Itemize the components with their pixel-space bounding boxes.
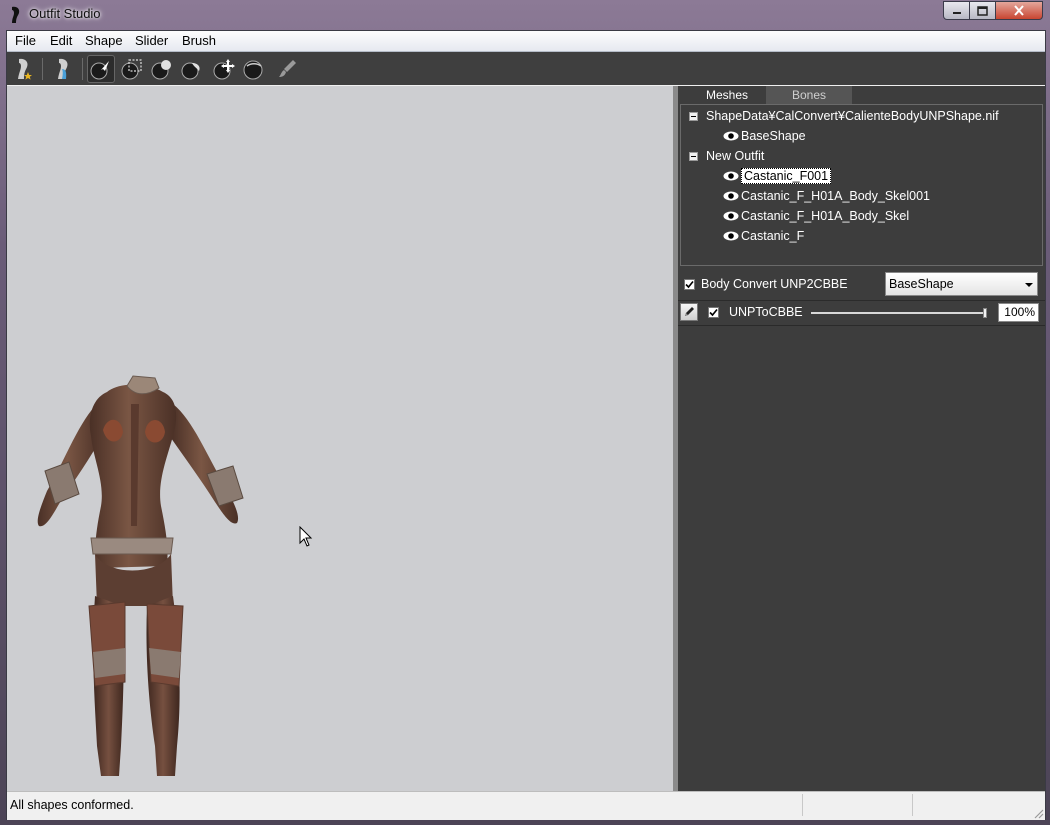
slider-set-checkbox[interactable] <box>684 279 695 290</box>
status-message: All shapes conformed. <box>10 798 134 812</box>
slider-set-name: Body Convert UNP2CBBE <box>701 277 848 291</box>
shape-label: BaseShape <box>741 129 806 143</box>
collapse-icon[interactable] <box>689 111 698 121</box>
shape-panel: Meshes Bones ShapeData¥CalConvert¥Calien… <box>678 86 1045 791</box>
window-controls <box>943 1 1043 20</box>
window-title: Outfit Studio <box>29 6 101 21</box>
maximize-button[interactable] <box>970 1 996 20</box>
resize-grip-icon[interactable] <box>1032 807 1044 819</box>
status-divider <box>802 794 803 816</box>
mouse-cursor-icon <box>299 526 313 547</box>
toolbar-separator <box>82 58 83 80</box>
tree-item-shape[interactable]: Castanic_F001 <box>723 166 832 186</box>
tree-node-outfit[interactable]: New Outfit <box>689 146 764 166</box>
smooth-brush-button[interactable] <box>240 55 268 83</box>
menu-file[interactable]: File <box>11 33 40 48</box>
select-brush-button[interactable] <box>87 55 115 83</box>
chevron-down-icon <box>1025 283 1033 287</box>
menu-slider[interactable]: Slider <box>131 33 172 48</box>
app-window: Outfit Studio File Edit Shape Slider Bru… <box>0 0 1050 825</box>
slider-row: UNPToCBBE 100% <box>678 301 1045 326</box>
visibility-eye-icon[interactable] <box>723 230 739 242</box>
reference-body-button[interactable] <box>9 55 37 83</box>
reference-body-icon <box>18 58 32 80</box>
slider-name: UNPToCBBE <box>729 305 803 319</box>
status-bar: All shapes conformed. <box>7 791 1045 820</box>
outfit-group-label: New Outfit <box>706 149 765 163</box>
outfit-model-preview <box>37 375 244 776</box>
visibility-eye-icon[interactable] <box>723 210 739 222</box>
shape-label-selected: Castanic_F001 <box>741 168 832 184</box>
pencil-icon <box>685 307 694 316</box>
shape-label: Castanic_F_H01A_Body_Skel001 <box>741 189 931 203</box>
move-brush-button[interactable] <box>210 55 238 83</box>
close-icon <box>1014 5 1024 16</box>
slider-checkbox[interactable] <box>708 307 719 318</box>
edit-slider-button[interactable] <box>680 303 698 321</box>
outfit-shape-button[interactable] <box>49 55 77 83</box>
shape-label: Castanic_F_H01A_Body_Skel <box>741 209 910 223</box>
app-logo-icon <box>12 6 20 24</box>
inflate-brush-icon <box>151 60 171 80</box>
reference-file-label: ShapeData¥CalConvert¥CalienteBodyUNPShap… <box>706 109 999 123</box>
tree-item-shape[interactable]: Castanic_F_H01A_Body_Skel001 <box>723 186 930 206</box>
menu-brush[interactable]: Brush <box>178 33 220 48</box>
deflate-brush-icon <box>181 62 200 80</box>
checkmark-icon <box>685 280 694 289</box>
smooth-brush-icon <box>243 60 263 80</box>
checkmark-icon <box>709 308 718 317</box>
outfit-shape-icon <box>58 58 68 79</box>
slider-thumb[interactable] <box>983 308 987 318</box>
mask-brush-icon <box>121 59 142 80</box>
toolbar-separator <box>42 58 43 80</box>
shape-label: Castanic_F <box>741 229 805 243</box>
tab-meshes[interactable]: Meshes <box>689 86 765 104</box>
move-brush-icon <box>213 59 235 80</box>
maximize-icon <box>977 5 988 16</box>
slider-value-field[interactable]: 100% <box>998 303 1039 322</box>
slider-track[interactable] <box>811 308 987 318</box>
tree-item-shape[interactable]: Castanic_F_H01A_Body_Skel <box>723 206 909 226</box>
weight-paint-button[interactable] <box>273 55 301 83</box>
tree-item-baseshape[interactable]: BaseShape <box>723 126 806 146</box>
menu-shape[interactable]: Shape <box>81 33 127 48</box>
inflate-brush-button[interactable] <box>148 55 176 83</box>
toolbar <box>7 52 1045 85</box>
deflate-brush-button[interactable] <box>178 55 206 83</box>
menu-edit[interactable]: Edit <box>46 33 76 48</box>
mask-brush-button[interactable] <box>118 55 146 83</box>
client-area: File Edit Shape Slider Brush Meshes Bone… <box>6 30 1046 820</box>
reference-shape-dropdown[interactable]: BaseShape <box>885 272 1038 296</box>
tab-bones[interactable]: Bones <box>766 86 852 104</box>
collapse-icon[interactable] <box>689 151 698 161</box>
weight-paint-icon <box>279 60 296 77</box>
select-brush-icon <box>90 61 109 80</box>
tree-item-shape[interactable]: Castanic_F <box>723 226 804 246</box>
visibility-eye-icon[interactable] <box>723 190 739 202</box>
mesh-tree: ShapeData¥CalConvert¥CalienteBodyUNPShap… <box>680 104 1043 266</box>
menu-bar: File Edit Shape Slider Brush <box>7 31 1045 52</box>
status-divider <box>912 794 913 816</box>
visibility-eye-icon[interactable] <box>723 170 739 182</box>
close-button[interactable] <box>996 1 1043 20</box>
minimize-button[interactable] <box>943 1 970 20</box>
minimize-icon <box>952 11 961 14</box>
3d-viewport[interactable] <box>7 86 673 791</box>
tree-node-reference[interactable]: ShapeData¥CalConvert¥CalienteBodyUNPShap… <box>689 106 999 126</box>
title-bar[interactable]: Outfit Studio <box>0 0 1050 30</box>
visibility-eye-icon[interactable] <box>723 130 739 142</box>
dropdown-selected-value: BaseShape <box>889 277 954 291</box>
slider-set-header: Body Convert UNP2CBBE BaseShape <box>678 270 1045 301</box>
